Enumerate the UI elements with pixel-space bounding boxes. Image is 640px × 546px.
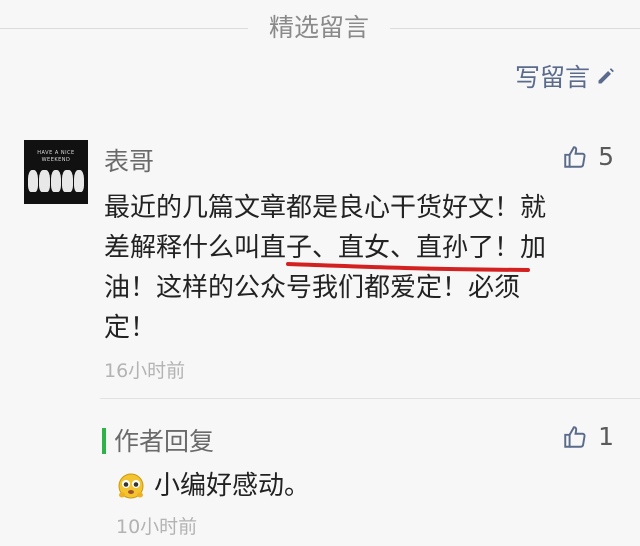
avatar-image xyxy=(28,170,85,192)
avatar[interactable]: HAVE A NICE WEEKEND xyxy=(24,140,88,204)
author-reply-label: 作者回复 xyxy=(114,427,215,456)
reply-divider xyxy=(100,398,640,399)
comment-line: 定！ xyxy=(104,313,157,343)
comment-author[interactable]: 表哥 xyxy=(104,142,154,178)
divider-left xyxy=(0,28,248,29)
reply-text: 小编好感动。 xyxy=(154,471,311,501)
comment-time: 16小时前 xyxy=(104,360,186,382)
thumbs-up-icon xyxy=(564,425,586,448)
avatar-caption: HAVE A NICE WEEKEND xyxy=(37,150,75,163)
comment-like-count: 5 xyxy=(598,142,614,171)
reply-like-count: 1 xyxy=(598,422,614,451)
comment-line: 油！这样的公众号我们都爱定！必须 xyxy=(104,273,521,303)
comment-like-button[interactable]: 5 xyxy=(562,142,614,171)
reply-like-button[interactable]: 1 xyxy=(562,422,614,451)
red-underline-annotation xyxy=(286,262,530,272)
write-comment-button[interactable]: 写留言 xyxy=(515,56,616,96)
section-title: 精选留言 xyxy=(268,13,369,42)
write-comment-label: 写留言 xyxy=(514,63,590,92)
moved-emoji-icon xyxy=(118,473,144,499)
thumbs-up-icon xyxy=(564,145,586,168)
author-reply-indicator xyxy=(102,428,106,454)
section-header: 精选留言 xyxy=(0,8,640,48)
divider-right xyxy=(390,28,640,29)
reply-time: 10小时前 xyxy=(116,516,198,538)
pencil-icon xyxy=(598,68,614,84)
comment-line: 最近的几篇文章都是良心干货好文！就 xyxy=(104,193,547,223)
